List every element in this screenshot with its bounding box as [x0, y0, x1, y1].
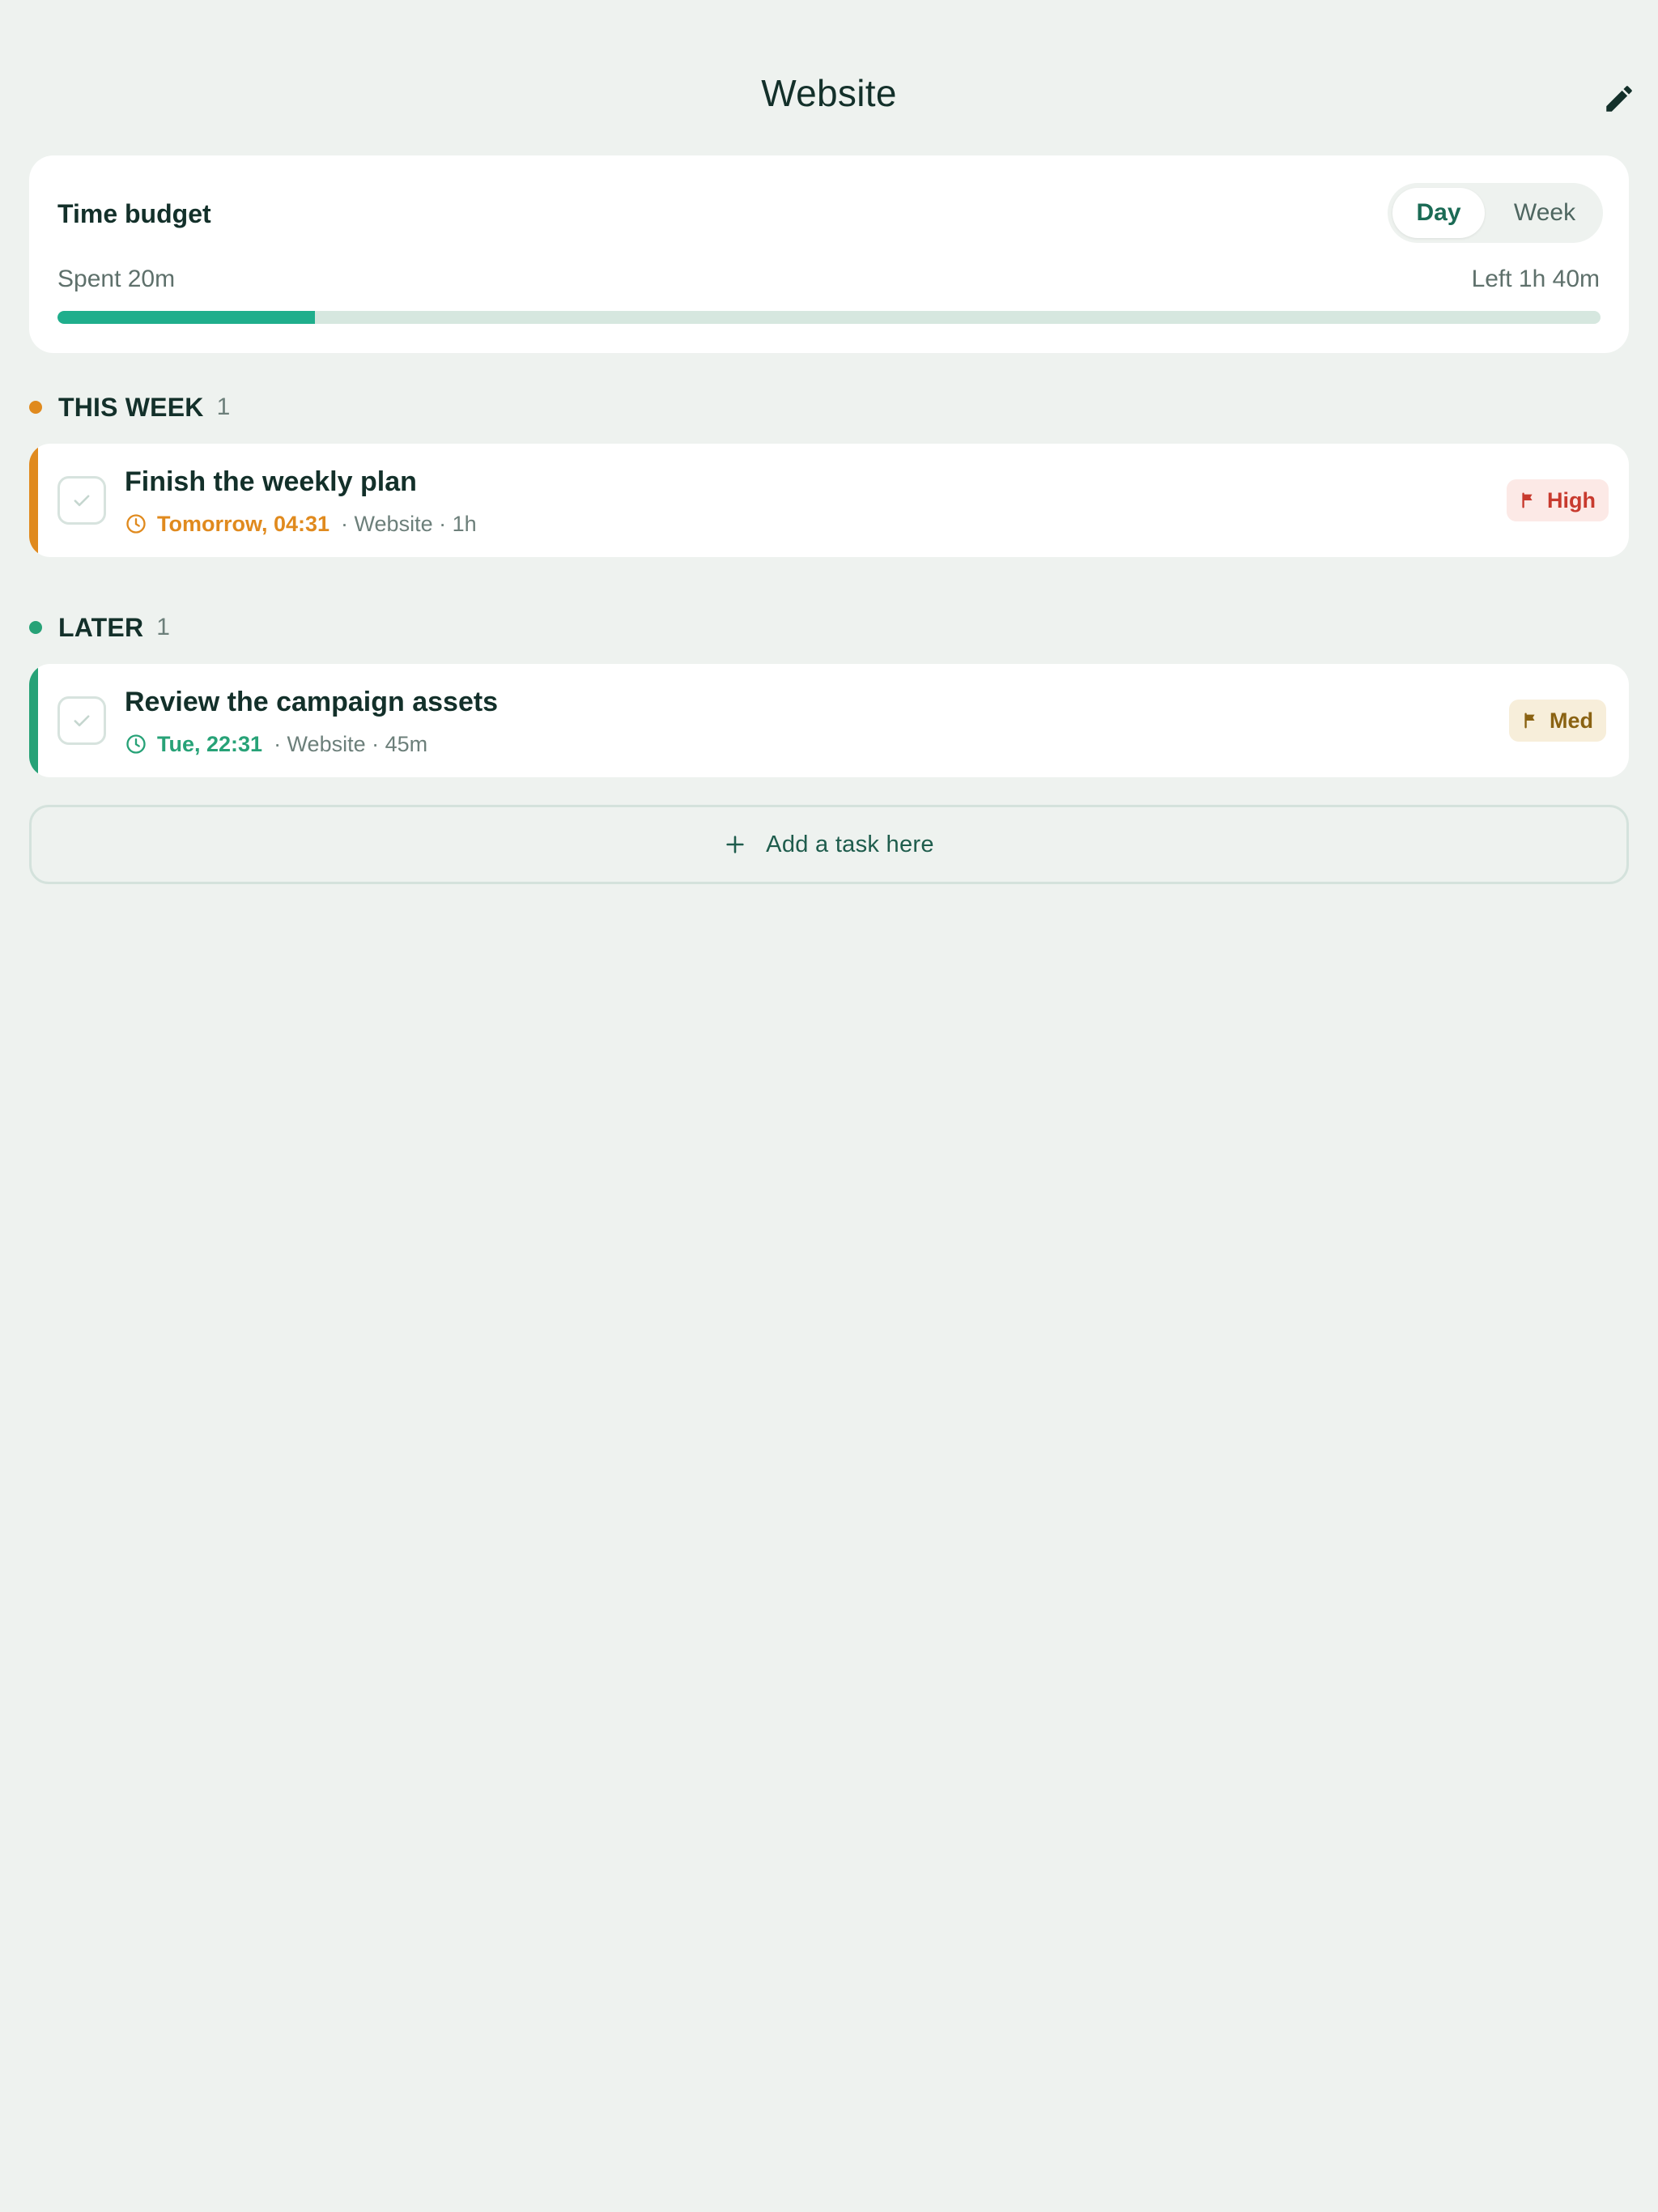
task-meta: Tue, 22:31 · Website · 45m: [125, 730, 427, 758]
priority-label: High: [1547, 487, 1596, 513]
check-icon: [74, 495, 90, 507]
section-label: LATER: [58, 612, 144, 642]
flag-icon: [1522, 712, 1540, 730]
toggle-week-button[interactable]: Week: [1491, 188, 1598, 238]
task-due-time: Tomorrow, 04:31: [157, 511, 330, 536]
top-bar: Website: [0, 0, 1658, 146]
task-details: · Website · 1h: [341, 511, 477, 536]
section-dot: [29, 621, 42, 634]
time-budget-title: Time budget: [57, 199, 211, 228]
task-priority-stripe: [29, 444, 38, 557]
remaining-label: Left 1h 40m: [1471, 266, 1600, 292]
section-dot: [29, 401, 42, 414]
time-budget-card: Time budget Day Week Spent 20m Left 1h 4…: [29, 155, 1629, 353]
plus-icon: [724, 833, 746, 856]
task-priority-stripe: [29, 664, 38, 777]
spent-label: Spent 20m: [57, 266, 176, 292]
period-toggle: Day Week: [1388, 183, 1603, 243]
clock-icon: [125, 733, 147, 755]
task-title: Finish the weekly plan: [125, 466, 417, 497]
section-header-later: LATER 1: [29, 610, 170, 645]
edit-button[interactable]: [1595, 74, 1643, 123]
section-label: THIS WEEK: [58, 392, 204, 422]
budget-progress-fill: [57, 311, 315, 324]
clock-icon: [125, 513, 147, 535]
task-meta: Tomorrow, 04:31 · Website · 1h: [125, 510, 477, 538]
flag-icon: [1520, 491, 1537, 509]
add-task-button[interactable]: Add a task here: [29, 805, 1629, 884]
priority-badge: High: [1507, 479, 1609, 521]
task-details: · Website · 45m: [274, 731, 428, 756]
budget-progress-bar: [57, 311, 1601, 324]
priority-label: Med: [1550, 708, 1593, 733]
task-checkbox[interactable]: [57, 696, 106, 745]
task-card[interactable]: Finish the weekly plan Tomorrow, 04:31 ·…: [29, 444, 1629, 557]
task-due-time: Tue, 22:31: [157, 731, 263, 756]
pencil-icon: [1606, 86, 1632, 112]
section-header-this-week: THIS WEEK 1: [29, 389, 230, 425]
section-count: 1: [156, 614, 170, 640]
task-card[interactable]: Review the campaign assets Tue, 22:31 · …: [29, 664, 1629, 777]
toggle-day-button[interactable]: Day: [1392, 188, 1485, 238]
add-task-label: Add a task here: [766, 831, 934, 857]
priority-badge: Med: [1509, 700, 1606, 742]
page-title: Website: [761, 72, 897, 114]
section-count: 1: [216, 393, 231, 420]
task-checkbox[interactable]: [57, 476, 106, 525]
task-title: Review the campaign assets: [125, 687, 499, 717]
check-icon: [74, 715, 90, 727]
app-screen: Website Time budget Day Week Spent 20m L…: [0, 0, 1658, 2212]
